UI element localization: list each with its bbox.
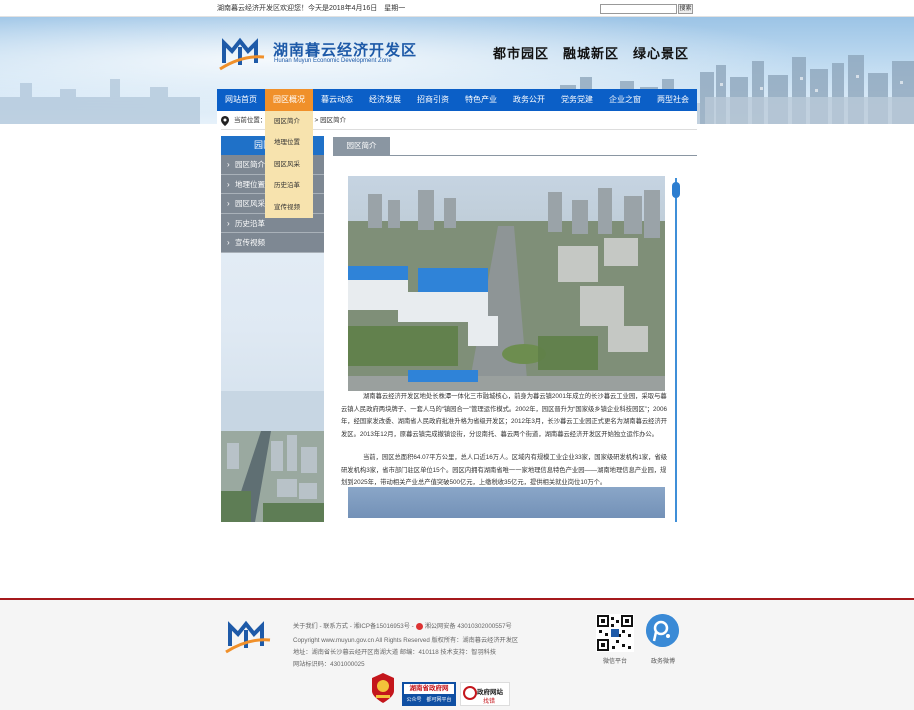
weibo-label: 政务微博 [650,659,675,665]
tab-underline [333,155,697,156]
nav-item-economy[interactable]: 经济发展 [361,89,409,111]
site-slogan: 都市园区 融城新区 绿心景区 [493,46,690,61]
nav-item-government[interactable]: 政务公开 [505,89,553,111]
hunan-gov-badge-subtitle: 公众号 都可网平台 [406,697,452,703]
muyun-logo-icon [219,37,265,71]
dropdown-item-location[interactable]: 地理位置 [265,132,313,153]
search-input[interactable] [600,4,677,14]
nav-item-news[interactable]: 暮云动态 [313,89,361,111]
site-title: 湖南暮云经济开发区 [273,42,418,59]
hunan-gov-badge-title: 湖南省政府网 [404,684,454,694]
qr-label: 微信平台 [602,659,627,665]
nav-item-investment[interactable]: 招商引资 [409,89,457,111]
footer-logo-icon [225,620,271,654]
nav-item-industry[interactable]: 特色产业 [457,89,505,111]
footer-links[interactable]: 关于我们 - 联系方式 - 湘ICP备15016953号 - [293,623,414,630]
location-pin-icon [221,116,229,126]
report-error-title: 政府网站 [477,689,503,696]
footer-police-record[interactable]: 湘公网安备 43010302000557号 [425,623,512,630]
weibo-icon[interactable] [646,614,679,647]
dropdown-item-history[interactable]: 历史沿革 [265,175,313,196]
dropdown-item-gallery[interactable]: 园区风采 [265,154,313,175]
dropdown-item-video[interactable]: 宣传视频 [265,197,313,218]
dropdown-item-intro[interactable]: 园区简介 [265,111,313,132]
intro-paragraph-2: 当前，园区总面积64.07平方公里，总人口近16万人。区域内有规模工业企业33家… [341,454,668,486]
nav-item-party[interactable]: 党务党建 [553,89,601,111]
content-scrollbar-thumb[interactable] [672,182,680,198]
report-error-badge[interactable]: 政府网站 找错 [460,682,510,706]
breadcrumb-label: 当前位置： [233,117,267,124]
nav-item-society[interactable]: 两型社会 [649,89,697,111]
site-subtitle: Hunan Muyun Economic Development Zone [274,58,392,64]
tab-intro[interactable]: 园区简介 [333,137,390,155]
nav-dropdown-overview: 园区简介 地理位置 园区风采 历史沿革 宣传视频 [265,111,313,218]
wechat-qr-code [596,614,634,652]
police-badge-icon [415,622,423,630]
magnifier-icon [463,686,477,700]
search-button[interactable]: 搜索 [678,4,693,14]
sidebar-city-image [221,391,324,522]
hunan-gov-badge[interactable]: 湖南省政府网 公众号 都可网平台 [402,682,456,706]
footer-site-id: 网站标识码：4301000025 [293,661,365,668]
nav-item-enterprise[interactable]: 企业之窗 [601,89,649,111]
intro-paragraph-1: 湖南暮云经济开发区地处长株潭一体化三市融城核心，前身为暮云镇2001年成立的长沙… [341,393,668,438]
main-nav: 网站首页 园区概况 暮云动态 经济发展 招商引资 特色产业 政务公开 党务党建 … [217,89,697,111]
report-error-subtitle: 找错 [483,699,496,705]
nav-item-home[interactable]: 网站首页 [217,89,265,111]
welcome-text: 湖南暮云经济开发区欢迎您！今天是2018年4月16日 星期一 [217,5,406,12]
party-government-badge-icon[interactable] [372,673,394,703]
footer-copyright: Copyright www.muyun.gov.cn All Rights Re… [293,637,519,644]
park-aerial-photo [348,176,665,391]
second-photo-partial [348,487,665,518]
nav-item-overview[interactable]: 园区概况 [265,89,313,111]
sidebar-item-video[interactable]: 宣传视频 [221,233,324,253]
top-bar: 湖南暮云经济开发区欢迎您！今天是2018年4月16日 星期一 搜索 [0,0,914,17]
content-scrollbar-track[interactable] [675,178,677,522]
footer-address: 地址：湖南省长沙暮云经开区南湖大道 邮编：410118 技术支持：智羽科技 [293,649,497,656]
footer-line-1: 关于我们 - 联系方式 - 湘ICP备15016953号 - 湘公网安备 4301… [293,621,512,630]
